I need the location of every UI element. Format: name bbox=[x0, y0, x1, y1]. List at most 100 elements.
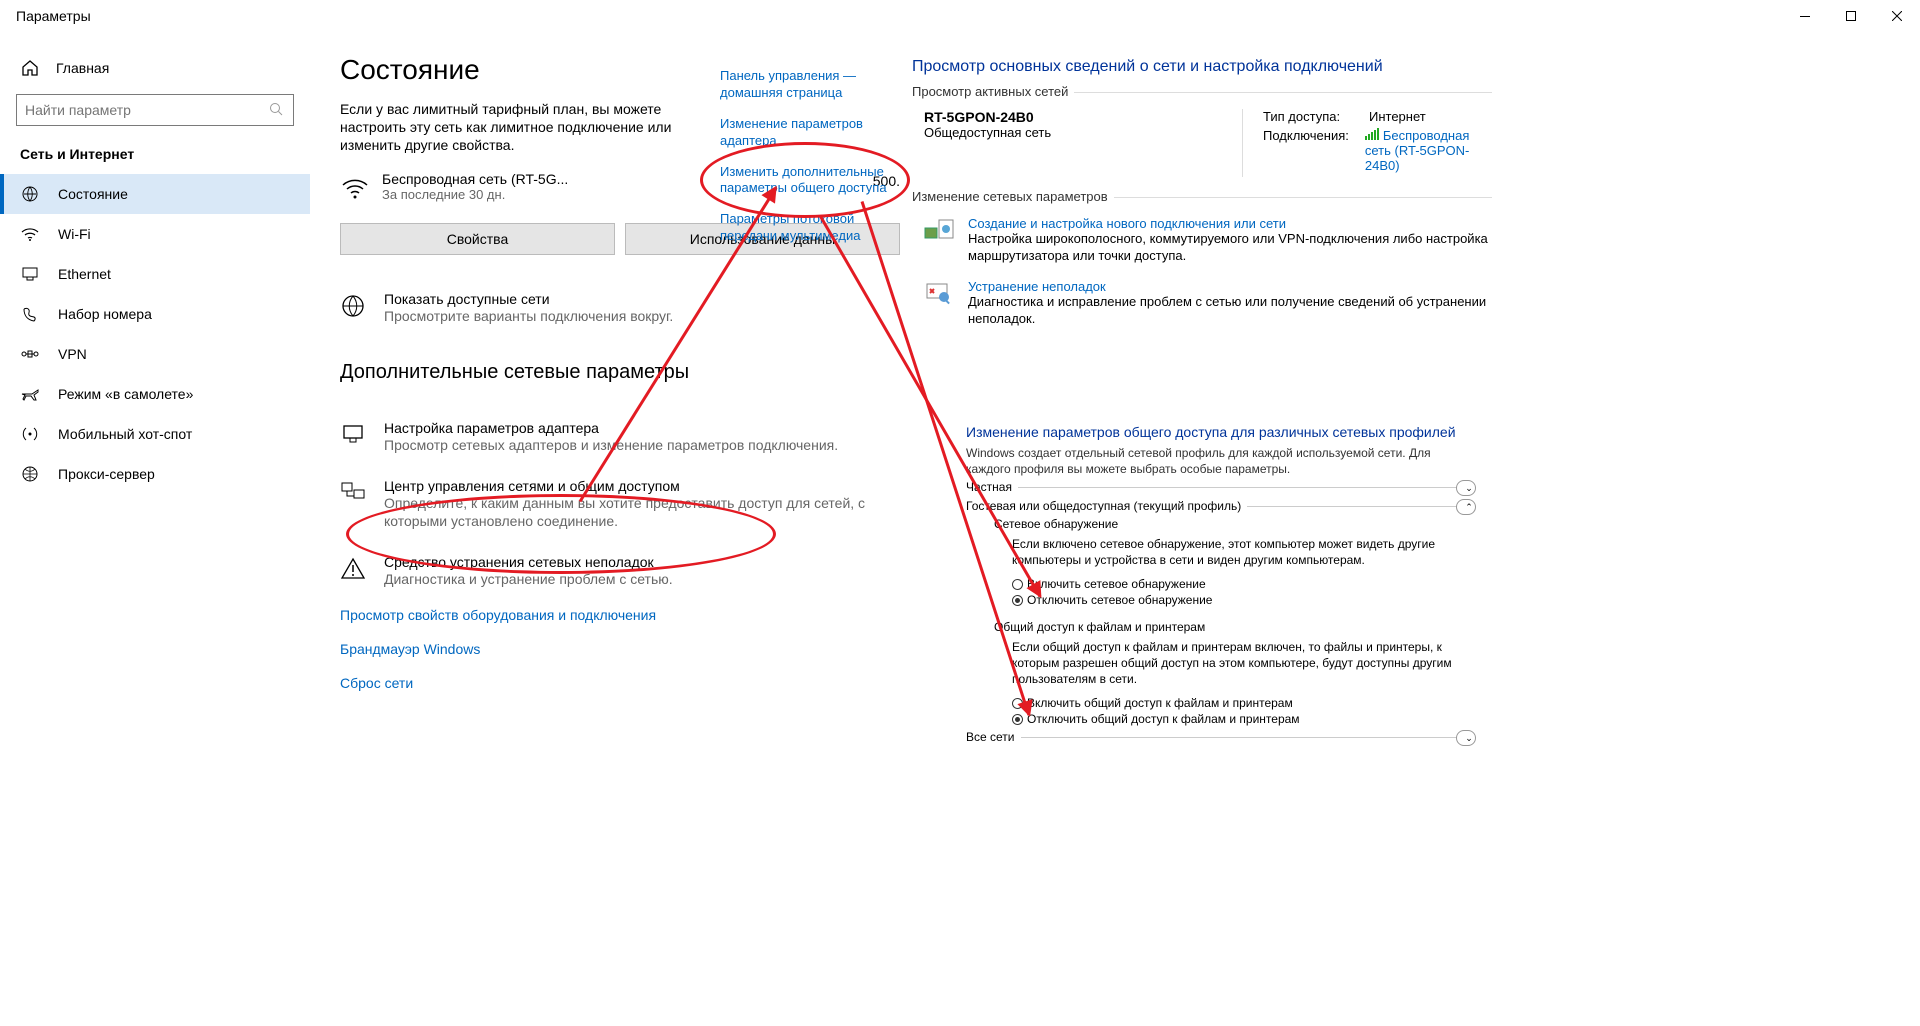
nav-section-title: Сеть и Интернет bbox=[0, 146, 310, 174]
search-input[interactable] bbox=[25, 102, 269, 118]
nav-item-status[interactable]: Состояние bbox=[0, 174, 310, 214]
chevron-up-icon[interactable]: ⌃ bbox=[1456, 499, 1476, 515]
discovery-on-radio[interactable]: Включить сетевое обнаружение bbox=[966, 576, 1476, 592]
control-panel-sidebar: Панель управления — домашняя страница Из… bbox=[720, 68, 900, 259]
adapter-settings-row[interactable]: Настройка параметров адаптера Просмотр с… bbox=[340, 420, 900, 454]
row-title: Настройка параметров адаптера bbox=[384, 420, 838, 436]
network-name: RT-5GPON-24B0 bbox=[924, 109, 1222, 125]
radio-label: Включить общий доступ к файлам и принтер… bbox=[1027, 696, 1293, 710]
sharing-on-radio[interactable]: Включить общий доступ к файлам и принтер… bbox=[966, 695, 1476, 711]
network-center-row[interactable]: Центр управления сетями и общим доступом… bbox=[340, 478, 900, 530]
advanced-section-title: Дополнительные сетевые параметры bbox=[340, 361, 900, 384]
wifi-period: За последние 30 дн. bbox=[382, 187, 568, 202]
cp-advanced-sharing-link[interactable]: Изменить дополнительные параметры общего… bbox=[720, 164, 900, 198]
troubleshoot-row[interactable]: Средство устранения сетевых неполадок Ди… bbox=[340, 554, 900, 588]
task-sub: Настройка широкополосного, коммутируемог… bbox=[968, 231, 1492, 265]
network-center-panel: Просмотр основных сведений о сети и наст… bbox=[912, 58, 1492, 342]
access-type-label: Тип доступа: bbox=[1263, 109, 1353, 124]
discovery-text: Если включено сетевое обнаружение, этот … bbox=[966, 537, 1476, 576]
nav-label: Режим «в самолете» bbox=[58, 386, 193, 402]
hardware-link[interactable]: Просмотр свойств оборудования и подключе… bbox=[340, 607, 900, 623]
nc-title: Просмотр основных сведений о сети и наст… bbox=[912, 58, 1492, 76]
titlebar: Параметры bbox=[0, 0, 1920, 32]
nav-item-vpn[interactable]: VPN bbox=[0, 334, 310, 374]
wifi-name: Беспроводная сеть (RT-5G... bbox=[382, 171, 568, 187]
radio-label: Включить сетевое обнаружение bbox=[1027, 577, 1206, 591]
troubleshoot-task[interactable]: Устранение неполадок Диагностика и испра… bbox=[912, 279, 1492, 328]
firewall-link[interactable]: Брандмауэр Windows bbox=[340, 641, 900, 657]
chevron-down-icon[interactable]: ⌄ bbox=[1456, 730, 1476, 746]
airplane-icon bbox=[20, 384, 40, 404]
nav-item-airplane[interactable]: Режим «в самолете» bbox=[0, 374, 310, 414]
nav-label: VPN bbox=[58, 346, 87, 362]
nav-label: Мобильный хот-спот bbox=[58, 426, 192, 442]
row-sub: Просмотр сетевых адаптеров и изменение п… bbox=[384, 436, 838, 454]
network-center-icon bbox=[340, 480, 366, 506]
hotspot-icon bbox=[20, 424, 40, 444]
reset-link[interactable]: Сброс сети bbox=[340, 675, 900, 691]
sharing-settings-panel: Изменение параметров общего доступа для … bbox=[966, 424, 1476, 756]
radio-label: Отключить общий доступ к файлам и принте… bbox=[1027, 712, 1300, 726]
properties-button[interactable]: Свойства bbox=[340, 223, 615, 255]
warning-icon bbox=[340, 556, 366, 582]
row-title: Центр управления сетями и общим доступом bbox=[384, 478, 900, 494]
radio-icon bbox=[1012, 698, 1023, 709]
row-title: Показать доступные сети bbox=[384, 291, 673, 307]
task-title: Создание и настройка нового подключения … bbox=[968, 216, 1492, 231]
radio-selected-icon bbox=[1012, 595, 1023, 606]
description: Если у вас лимитный тарифный план, вы мо… bbox=[340, 100, 730, 155]
chevron-down-icon[interactable]: ⌄ bbox=[1456, 480, 1476, 496]
group-label: Гостевая или общедоступная (текущий проф… bbox=[966, 499, 1247, 513]
new-connection-icon bbox=[924, 216, 954, 242]
nav-label: Ethernet bbox=[58, 266, 111, 282]
adapter-icon bbox=[340, 422, 366, 448]
proxy-icon bbox=[20, 464, 40, 484]
home-link[interactable]: Главная bbox=[0, 52, 310, 94]
nav-item-hotspot[interactable]: Мобильный хот-спот bbox=[0, 414, 310, 454]
home-label: Главная bbox=[56, 60, 109, 76]
cp-streaming-link[interactable]: Параметры потоковой передачи мультимедиа bbox=[720, 211, 900, 245]
nav-label: Wi-Fi bbox=[58, 226, 91, 242]
globe-wifi-icon bbox=[340, 293, 366, 319]
available-networks-row[interactable]: Показать доступные сети Просмотрите вари… bbox=[340, 291, 900, 325]
group-label: Изменение сетевых параметров bbox=[912, 189, 1114, 204]
settings-sidebar: Главная Сеть и Интернет Состояние Wi-Fi … bbox=[0, 32, 310, 494]
all-networks-group[interactable]: Все сети ⌄ bbox=[966, 737, 1476, 754]
new-connection-task[interactable]: Создание и настройка нового подключения … bbox=[912, 216, 1492, 265]
access-type-value: Интернет bbox=[1369, 109, 1426, 124]
discovery-off-radio[interactable]: Отключить сетевое обнаружение bbox=[966, 592, 1476, 608]
vpn-icon bbox=[20, 344, 40, 364]
search-box[interactable] bbox=[16, 94, 294, 126]
nav-label: Прокси-сервер bbox=[58, 466, 155, 482]
task-sub: Диагностика и исправление проблем с сеть… bbox=[968, 294, 1492, 328]
maximize-button[interactable] bbox=[1828, 0, 1874, 32]
nav-item-ethernet[interactable]: Ethernet bbox=[0, 254, 310, 294]
search-icon bbox=[269, 102, 285, 118]
row-title: Средство устранения сетевых неполадок bbox=[384, 554, 673, 570]
row-sub: Диагностика и устранение проблем с сетью… bbox=[384, 570, 673, 588]
sharing-desc: Windows создает отдельный сетевой профил… bbox=[966, 446, 1476, 477]
close-button[interactable] bbox=[1874, 0, 1920, 32]
connections-label: Подключения: bbox=[1263, 128, 1349, 173]
active-networks-group: Просмотр активных сетей RT-5GPON-24B0 Об… bbox=[912, 92, 1492, 189]
connections-link[interactable]: Беспроводная сеть (RT-5GPON-24B0) bbox=[1365, 128, 1492, 173]
network-type: Общедоступная сеть bbox=[924, 125, 1222, 140]
radio-label: Отключить сетевое обнаружение bbox=[1027, 593, 1212, 607]
home-icon bbox=[20, 58, 40, 78]
nav-item-wifi[interactable]: Wi-Fi bbox=[0, 214, 310, 254]
dialup-icon bbox=[20, 304, 40, 324]
window-controls bbox=[1782, 0, 1920, 32]
radio-selected-icon bbox=[1012, 714, 1023, 725]
row-sub: Определите, к каким данным вы хотите пре… bbox=[384, 494, 900, 530]
nav-item-dialup[interactable]: Набор номера bbox=[0, 294, 310, 334]
cp-home-link[interactable]: Панель управления — домашняя страница bbox=[720, 68, 900, 102]
nav-item-proxy[interactable]: Прокси-сервер bbox=[0, 454, 310, 494]
cp-adapter-link[interactable]: Изменение параметров адаптера bbox=[720, 116, 900, 150]
discovery-heading: Сетевое обнаружение bbox=[966, 515, 1476, 537]
app-title: Параметры bbox=[16, 8, 91, 24]
radio-icon bbox=[1012, 579, 1023, 590]
minimize-button[interactable] bbox=[1782, 0, 1828, 32]
group-label: Просмотр активных сетей bbox=[912, 84, 1074, 99]
change-params-group: Изменение сетевых параметров Создание и … bbox=[912, 197, 1492, 328]
sharing-off-radio[interactable]: Отключить общий доступ к файлам и принте… bbox=[966, 711, 1476, 727]
